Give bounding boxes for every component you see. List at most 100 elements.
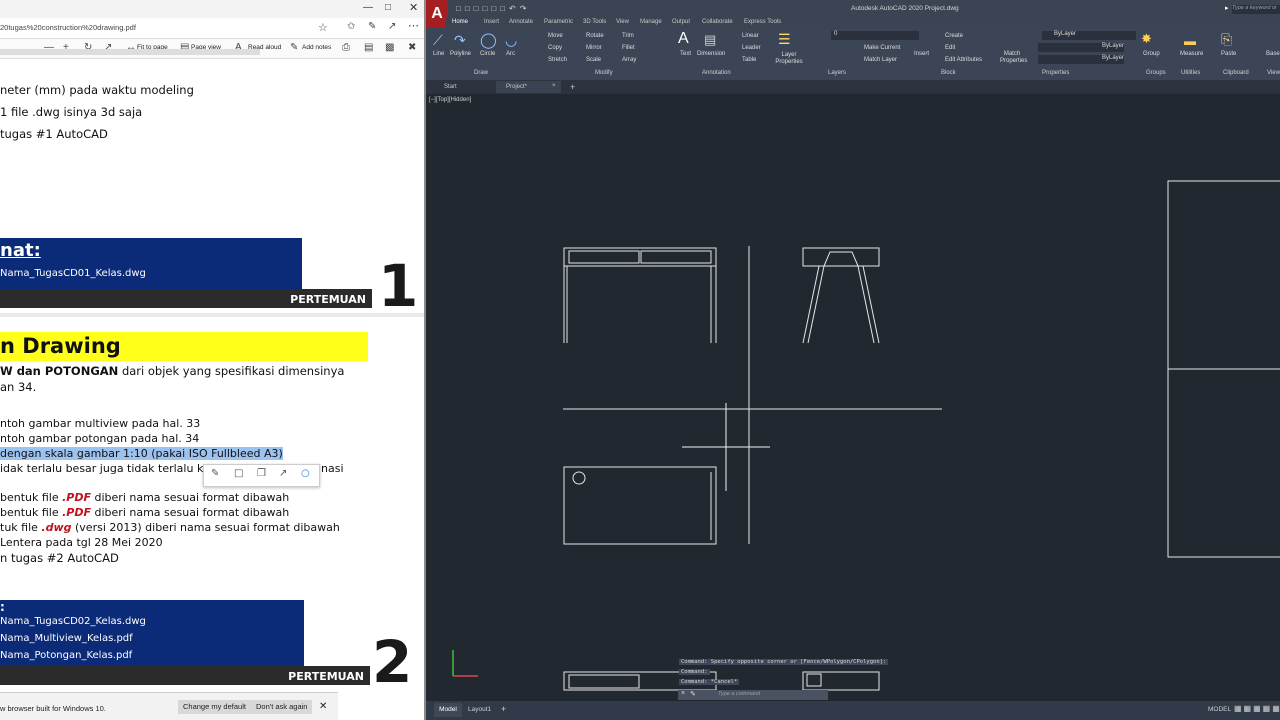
tab-view[interactable]: View [616,19,629,25]
tab-collaborate[interactable]: Collaborate [702,19,733,25]
color-dropdown[interactable]: ByLayer [1042,31,1136,40]
layer-dropdown[interactable]: 0 [831,31,919,40]
status-toggles[interactable]: ▦▦▦▦▦ [1234,704,1280,713]
cortana-icon[interactable]: ○ [301,468,310,479]
search-input[interactable]: Type a keyword or [1232,5,1280,14]
tab-annotate[interactable]: Annotate [509,19,533,25]
polyline-button[interactable]: Polyline [450,51,471,57]
favorite-star-icon[interactable]: ☆ [318,21,328,34]
maximize-icon[interactable]: □ [385,2,391,13]
autocad-app-icon[interactable]: A [426,0,448,28]
arc-button[interactable]: Arc [506,51,515,57]
command-line[interactable]: × ✎ Type a command [678,690,828,700]
command-input[interactable]: Type a command [718,691,760,697]
tab-start[interactable]: Start [444,84,457,90]
table-button[interactable]: Table [742,57,756,63]
array-button[interactable]: Array [622,57,636,63]
leader-button[interactable]: Leader [742,45,761,51]
notification-close-icon[interactable]: ✕ [319,701,327,712]
command-close-icon[interactable]: × [681,690,685,697]
table-top-view [563,466,717,545]
scale-button[interactable]: Scale [586,57,601,63]
measure-button[interactable]: Measure [1180,51,1203,57]
new-tab-icon[interactable]: + [570,82,575,92]
fillet-button[interactable]: Fillet [622,45,635,51]
favorites-icon[interactable]: ✩ [347,21,355,32]
drawing-canvas[interactable]: [−][Top][Hidden] Command: Specify opposi… [426,94,1280,701]
stretch-button[interactable]: Stretch [548,57,567,63]
close-icon[interactable]: ✕ [409,1,418,14]
tab-home[interactable]: Home [452,19,468,25]
create-block-button[interactable]: Create [945,33,963,39]
dont-ask-again-button[interactable]: Don't ask again [251,700,313,714]
group-button[interactable]: Group [1143,51,1160,57]
panel-block[interactable]: Block [941,70,956,76]
minimize-icon[interactable]: — [363,2,373,13]
panel-utilities[interactable]: Utilities [1181,70,1200,76]
save-as-icon[interactable]: ▩ [385,42,394,53]
address-bar[interactable]: 20tugas%20construction%20drawing.pdf ☆ ✩… [0,18,424,39]
tab-manage[interactable]: Manage [640,19,662,25]
tab-layout1[interactable]: Layout1 [468,706,491,713]
pin-icon[interactable]: ✖ [408,42,416,53]
panel-groups[interactable]: Groups [1146,70,1166,76]
pen-icon[interactable]: ✎ [368,21,376,32]
copy-button[interactable]: Copy [548,45,562,51]
address-url[interactable]: 20tugas%20construction%20drawing.pdf [0,23,136,32]
pdf-selected-item[interactable]: dengan skala gambar 1:10 (pakai ISO Full… [0,447,283,460]
rotate-button[interactable]: Rotate [586,33,604,39]
paste-button[interactable]: Paste [1221,51,1236,57]
tab-close-icon[interactable]: × [552,83,556,89]
edit-block-button[interactable]: Edit [945,45,955,51]
trim-button[interactable]: Trim [622,33,634,39]
change-default-button[interactable]: Change my default [178,700,251,714]
tab-project-bg[interactable]: Project* × [496,81,561,93]
circle-icon: ◯ [480,32,497,49]
mirror-button[interactable]: Mirror [586,45,602,51]
add-notes-button[interactable]: Add notes [302,44,331,51]
make-current-button[interactable]: Make Current [864,45,900,51]
tab-3d-tools[interactable]: 3D Tools [583,19,606,25]
command-history-line: Command: [679,669,710,675]
tab-project[interactable]: Project* [506,84,527,90]
lineweight-dropdown[interactable]: ByLayer [1038,55,1124,64]
print-icon[interactable]: ⎙ [342,42,350,53]
layer-properties-button[interactable]: Layer Properties [772,52,806,66]
panel-modify[interactable]: Modify [595,70,613,76]
highlight-icon[interactable]: ✎ [211,468,219,479]
tab-insert[interactable]: Insert [484,19,499,25]
circle-button[interactable]: Circle [480,51,495,57]
tab-express-tools[interactable]: Express Tools [744,19,781,25]
match-layer-button[interactable]: Match Layer [864,57,897,63]
move-button[interactable]: Move [548,33,563,39]
tab-model[interactable]: Model [434,703,462,717]
quick-access-toolbar[interactable]: □□□□□□↶↷ [456,4,530,13]
panel-layers[interactable]: Layers [828,70,846,76]
text-button[interactable]: Text [680,51,691,57]
copy-icon[interactable]: ❐ [257,468,266,479]
panel-properties[interactable]: Properties [1042,70,1069,76]
edit-attributes-button[interactable]: Edit Attributes [945,57,982,63]
panel-clipboard[interactable]: Clipboard [1223,70,1249,76]
tab-output[interactable]: Output [672,19,690,25]
insert-button[interactable]: Insert [914,51,929,57]
save-icon[interactable]: ▤ [364,42,373,53]
share-icon[interactable]: ↗ [388,21,396,32]
line-button[interactable]: Line [433,51,444,57]
dimension-button[interactable]: Dimension [697,51,725,57]
search-icon[interactable]: ▸ [1225,4,1229,12]
panel-draw[interactable]: Draw [474,70,488,76]
match-properties-button[interactable]: Match Properties [1000,51,1027,65]
comment-icon[interactable]: □ [234,468,243,479]
share-selection-icon[interactable]: ↗ [279,468,287,479]
tab-parametric[interactable]: Parametric [544,19,573,25]
model-space-indicator[interactable]: MODEL [1208,706,1231,713]
panel-annotation[interactable]: Annotation [702,70,731,76]
linetype-dropdown[interactable]: ByLayer [1038,43,1124,52]
command-customize-icon[interactable]: ✎ [690,690,696,698]
add-layout-icon[interactable]: + [501,704,506,714]
base-button[interactable]: Base [1266,51,1280,57]
linear-button[interactable]: Linear [742,33,759,39]
panel-view[interactable]: View [1267,70,1280,76]
more-icon[interactable]: ⋯ [408,19,419,32]
